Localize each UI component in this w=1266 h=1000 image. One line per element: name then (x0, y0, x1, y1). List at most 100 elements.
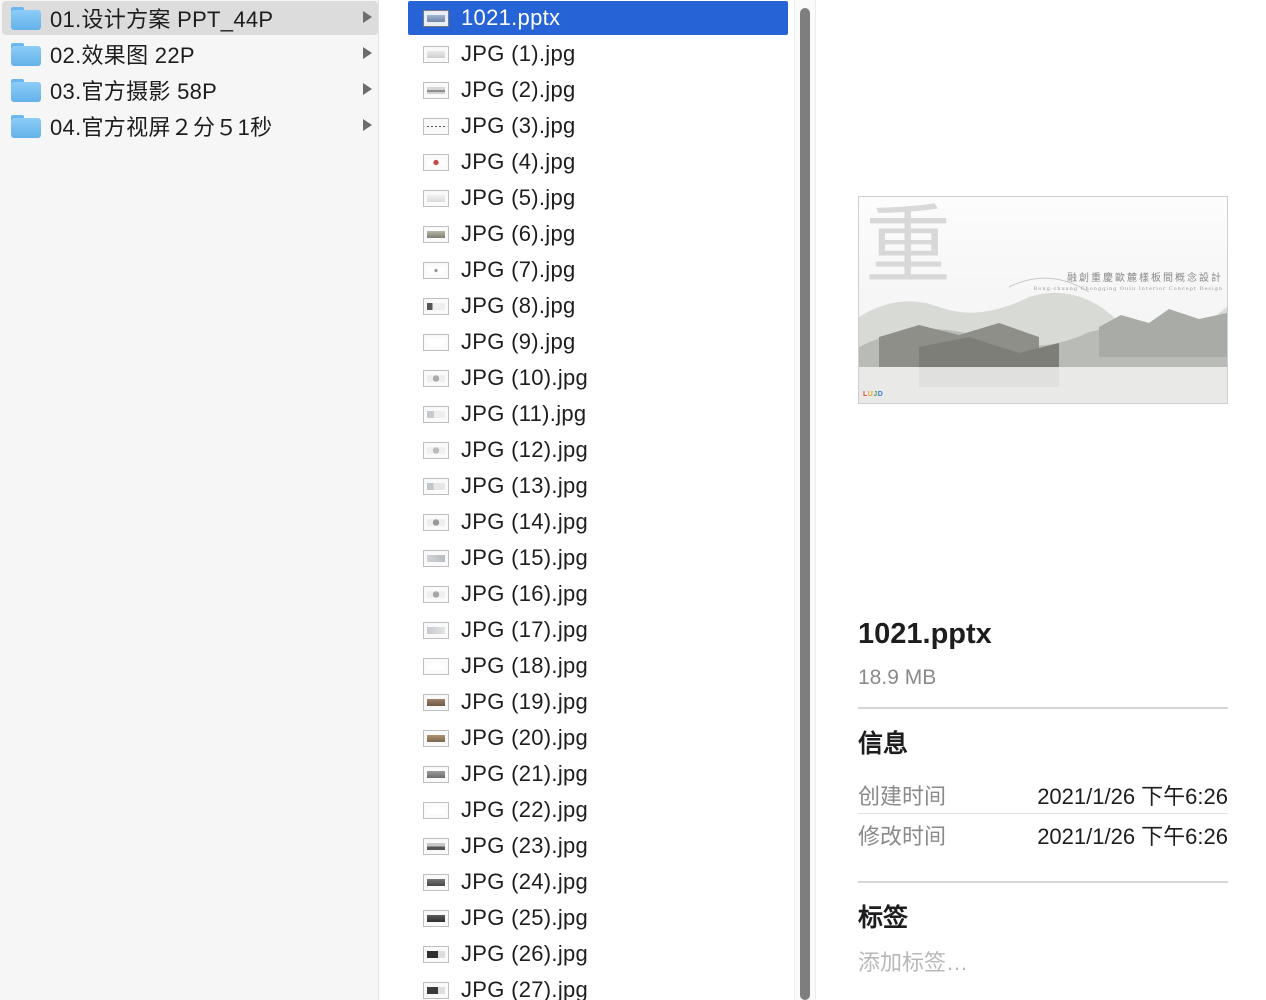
file-thumbnail-icon (423, 909, 449, 927)
file-name: JPG (22).jpg (461, 797, 589, 822)
file-name: JPG (6).jpg (461, 221, 576, 246)
file-row[interactable]: JPG (8).jpg (408, 289, 788, 323)
folder-row[interactable]: 03.官方摄影 58P (2, 73, 378, 107)
divider (858, 881, 1228, 883)
file-thumbnail-icon (423, 117, 449, 135)
file-name: JPG (19).jpg (461, 689, 589, 714)
file-thumbnail-icon (423, 765, 449, 783)
file-row[interactable]: JPG (27).jpg (408, 973, 788, 1000)
folder-column: 01.设计方案 PPT_44P 02.效果图 22P 03.官方摄影 58P 04.官… (0, 0, 379, 1000)
logo-letter: D (877, 391, 884, 398)
file-name: JPG (11).jpg (461, 401, 587, 426)
file-name: JPG (27).jpg (461, 977, 589, 1000)
add-tags-field[interactable]: 添加标签… (858, 945, 968, 977)
file-name: 1021.pptx (461, 5, 561, 30)
file-name: JPG (16).jpg (461, 581, 589, 606)
tags-heading: 标签 (858, 904, 909, 932)
file-row[interactable]: JPG (16).jpg (408, 577, 788, 611)
file-name: JPG (3).jpg (461, 113, 576, 138)
file-row[interactable]: JPG (2).jpg (408, 73, 788, 107)
file-row[interactable]: JPG (1).jpg (408, 37, 788, 71)
file-row[interactable]: JPG (26).jpg (408, 937, 788, 971)
file-row[interactable]: JPG (20).jpg (408, 721, 788, 755)
file-thumbnail-icon (423, 9, 449, 27)
file-thumbnail-icon (423, 549, 449, 567)
file-name: JPG (26).jpg (461, 941, 589, 966)
file-name: JPG (2).jpg (461, 77, 576, 102)
file-name: JPG (5).jpg (461, 185, 576, 210)
folder-name: 04.官方视屏２分５1秒 (50, 115, 273, 140)
file-row[interactable]: JPG (7).jpg (408, 253, 788, 287)
file-thumbnail-icon (423, 441, 449, 459)
deck-logo: LUJD (863, 391, 883, 398)
file-name: JPG (14).jpg (461, 509, 589, 534)
file-name: JPG (1).jpg (461, 41, 576, 66)
file-row[interactable]: JPG (19).jpg (408, 685, 788, 719)
preview-file-size: 18.9 MB (858, 666, 937, 689)
file-thumbnail-icon (423, 189, 449, 207)
file-column-scrollbar[interactable] (794, 0, 816, 1000)
file-thumbnail-icon (423, 693, 449, 711)
file-name: JPG (23).jpg (461, 833, 589, 858)
file-row[interactable]: JPG (15).jpg (408, 541, 788, 575)
chevron-right-icon (363, 47, 372, 59)
folder-icon (11, 78, 41, 102)
file-row[interactable]: JPG (17).jpg (408, 613, 788, 647)
file-row[interactable]: JPG (23).jpg (408, 829, 788, 863)
folder-row[interactable]: 02.效果图 22P (2, 37, 378, 71)
info-heading: 信息 (858, 730, 909, 758)
chevron-right-icon (363, 83, 372, 95)
file-row-selected[interactable]: 1021.pptx (408, 1, 788, 35)
file-row[interactable]: JPG (18).jpg (408, 649, 788, 683)
file-column: 1021.pptx JPG (1).jpg JPG (2).jpg JPG (3).j… (400, 0, 796, 1000)
column-divider (380, 0, 400, 1000)
folder-name: 01.设计方案 PPT_44P (50, 7, 274, 32)
folder-row[interactable]: 04.官方视屏２分５1秒 (2, 109, 378, 143)
created-label: 创建时间 (858, 784, 947, 809)
modified-label: 修改时间 (858, 824, 947, 849)
file-row[interactable]: JPG (10).jpg (408, 361, 788, 395)
file-thumbnail-icon (423, 585, 449, 603)
file-row[interactable]: JPG (25).jpg (408, 901, 788, 935)
file-thumbnail-icon (423, 297, 449, 315)
file-thumbnail-icon (423, 621, 449, 639)
divider (858, 707, 1228, 709)
file-thumbnail-icon (423, 45, 449, 63)
file-thumbnail-icon (423, 729, 449, 747)
modified-value: 2021/1/26 下午6:26 (1037, 824, 1228, 849)
file-row[interactable]: JPG (21).jpg (408, 757, 788, 791)
file-thumbnail-icon (423, 405, 449, 423)
file-name: JPG (10).jpg (461, 365, 589, 390)
file-row[interactable]: JPG (24).jpg (408, 865, 788, 899)
file-thumbnail-icon (423, 225, 449, 243)
file-thumbnail-icon (423, 153, 449, 171)
folder-icon (11, 42, 41, 66)
file-preview-thumbnail[interactable]: 重 融創重慶歐麓樣板間概念設計 Rong·chuang Chongqing Ou… (858, 196, 1228, 404)
created-value: 2021/1/26 下午6:26 (1037, 784, 1228, 809)
file-name: JPG (25).jpg (461, 905, 589, 930)
file-row[interactable]: JPG (22).jpg (408, 793, 788, 827)
file-thumbnail-icon (423, 801, 449, 819)
file-row[interactable]: JPG (14).jpg (408, 505, 788, 539)
file-row[interactable]: JPG (3).jpg (408, 109, 788, 143)
finder-window: 01.设计方案 PPT_44P 02.效果图 22P 03.官方摄影 58P 04.官… (0, 0, 1266, 1000)
file-thumbnail-icon (423, 81, 449, 99)
file-name: JPG (13).jpg (461, 473, 589, 498)
file-name: JPG (24).jpg (461, 869, 589, 894)
file-row[interactable]: JPG (11).jpg (408, 397, 788, 431)
file-row[interactable]: JPG (4).jpg (408, 145, 788, 179)
folder-name: 02.效果图 22P (50, 43, 195, 68)
file-row[interactable]: JPG (12).jpg (408, 433, 788, 467)
chevron-right-icon (363, 119, 372, 131)
file-row[interactable]: JPG (9).jpg (408, 325, 788, 359)
chevron-right-icon (363, 11, 372, 23)
folder-row[interactable]: 01.设计方案 PPT_44P (2, 1, 378, 35)
scrollbar-thumb[interactable] (800, 8, 810, 1000)
file-name: JPG (20).jpg (461, 725, 589, 750)
file-name: JPG (4).jpg (461, 149, 576, 174)
file-thumbnail-icon (423, 873, 449, 891)
file-row[interactable]: JPG (5).jpg (408, 181, 788, 215)
file-row[interactable]: JPG (13).jpg (408, 469, 788, 503)
deck-watermark-char: 重 (865, 196, 951, 296)
file-row[interactable]: JPG (6).jpg (408, 217, 788, 251)
